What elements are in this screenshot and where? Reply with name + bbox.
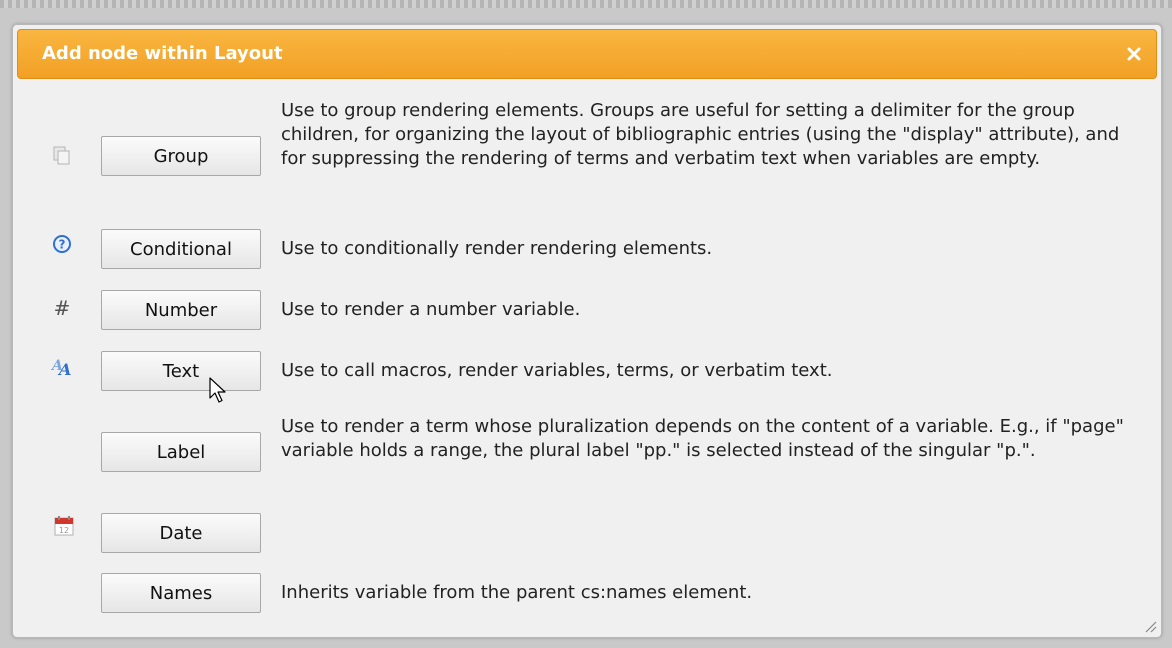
resize-grip-icon bbox=[1145, 621, 1157, 633]
text-button[interactable]: Text bbox=[101, 351, 261, 391]
dialog-title: Add node within Layout bbox=[42, 43, 283, 64]
dialog-titlebar[interactable]: Add node within Layout bbox=[17, 29, 1157, 79]
add-node-dialog: Add node within Layout Group Use to grou… bbox=[12, 24, 1162, 638]
hash-icon: # bbox=[53, 296, 71, 320]
conditional-description: Use to conditionally render rendering el… bbox=[281, 238, 713, 259]
text-icon: A A bbox=[49, 353, 75, 379]
names-description: Inherits variable from the parent cs:nam… bbox=[281, 582, 753, 603]
close-icon bbox=[1127, 47, 1141, 61]
label-button[interactable]: Label bbox=[101, 432, 261, 472]
svg-text:A: A bbox=[57, 360, 71, 377]
calendar-day: 12 bbox=[59, 526, 69, 535]
conditional-button[interactable]: Conditional bbox=[101, 229, 261, 269]
svg-text:?: ? bbox=[59, 238, 66, 252]
label-description: Use to render a term whose pluralization… bbox=[281, 416, 1124, 461]
number-button[interactable]: Number bbox=[101, 290, 261, 330]
question-icon: ? bbox=[49, 231, 75, 257]
number-description: Use to render a number variable. bbox=[281, 299, 581, 320]
group-description: Use to group rendering elements. Groups … bbox=[281, 100, 1120, 169]
calendar-icon: 12 bbox=[51, 513, 77, 539]
backdrop-edge bbox=[0, 0, 1172, 8]
resize-grip[interactable] bbox=[1141, 617, 1157, 633]
group-button[interactable]: Group bbox=[101, 136, 261, 176]
names-button[interactable]: Names bbox=[101, 573, 261, 613]
close-button[interactable] bbox=[1122, 42, 1146, 66]
group-icon bbox=[49, 143, 75, 169]
text-description: Use to call macros, render variables, te… bbox=[281, 360, 833, 381]
date-button[interactable]: Date bbox=[101, 513, 261, 553]
